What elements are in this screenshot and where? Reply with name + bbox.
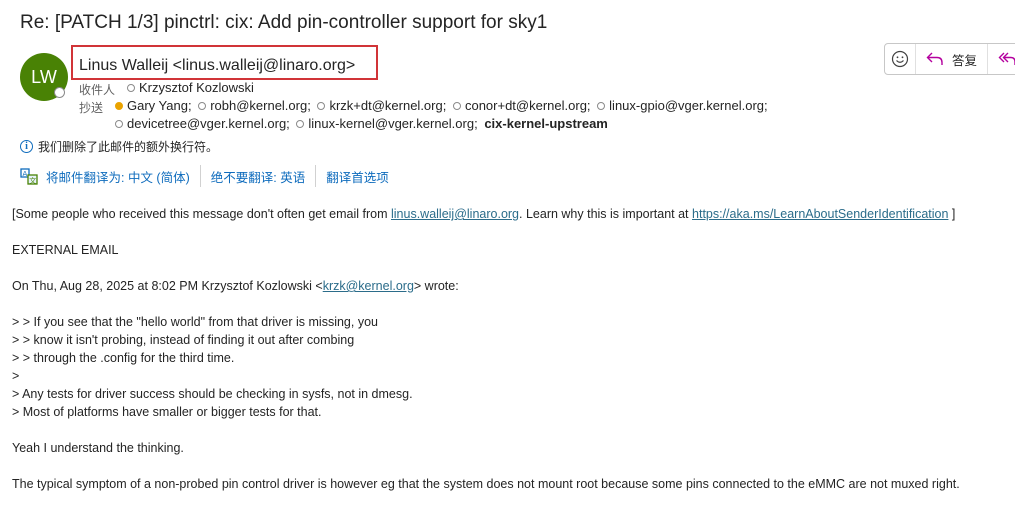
reply-all-arrow-icon (998, 52, 1015, 65)
recipient-group-cix[interactable]: cix-kernel-upstream (484, 116, 608, 131)
svg-text:文: 文 (29, 176, 36, 185)
recipient-devicetree[interactable]: devicetree@vger.kernel.org; (127, 116, 290, 131)
presence-icon (452, 102, 461, 110)
quote-attribution: On Thu, Aug 28, 2025 at 8:02 PM Krzyszto… (12, 279, 459, 293)
to-recipients: Krzysztof Kozlowski (127, 80, 257, 95)
recipient-gary-yang[interactable]: Gary Yang; (127, 98, 192, 113)
away-presence-icon (115, 102, 123, 110)
presence-status-icon (54, 87, 65, 98)
quote-line: > > know it isn't probing, instead of fi… (12, 333, 355, 347)
quoted-author-email-link[interactable]: krzk@kernel.org (323, 279, 414, 293)
cc-recipients-line2: devicetree@vger.kernel.org; linux-kernel… (115, 116, 611, 131)
divider (199, 165, 201, 187)
presence-icon (597, 102, 606, 110)
recipient-krzysztof[interactable]: Krzysztof Kozlowski (139, 80, 254, 95)
presence-icon (296, 120, 305, 128)
reply-arrow-icon (926, 52, 943, 65)
sender-email-link[interactable]: linus.walleij@linaro.org (391, 207, 519, 221)
reaction-button[interactable] (885, 44, 916, 74)
translate-message-link[interactable]: 将邮件翻译为: 中文 (简体) (46, 167, 190, 186)
recipient-linux-gpio[interactable]: linux-gpio@vger.kernel.org; (609, 98, 767, 113)
reply-paragraph: Yeah I understand the thinking. (12, 441, 184, 455)
recipient-conor-dt[interactable]: conor+dt@kernel.org; (465, 98, 591, 113)
email-subject: Re: [PATCH 1/3] pinctrl: cix: Add pin-co… (20, 12, 548, 33)
reply-button[interactable]: 答复 (916, 44, 989, 74)
translation-bar: A 文 将邮件翻译为: 中文 (简体) 绝不要翻译: 英语 翻译首选项 (20, 164, 389, 188)
quote-line: > Most of platforms have smaller or bigg… (12, 405, 322, 419)
recipient-krzk-dt[interactable]: krzk+dt@kernel.org; (329, 98, 446, 113)
presence-icon (127, 84, 135, 92)
cc-label: 抄送 (79, 101, 104, 115)
presence-icon (115, 120, 123, 128)
reply-paragraph: The typical symptom of a non-probed pin … (12, 477, 960, 491)
translate-icon: A 文 (20, 168, 38, 185)
quote-line: > (12, 369, 20, 383)
reply-label: 答复 (952, 53, 978, 68)
quote-line: > > If you see that the "hello world" fr… (12, 315, 378, 329)
smiley-icon (891, 50, 909, 68)
info-notice: i 我们删除了此邮件的额外换行符。 (20, 138, 218, 155)
divider (315, 165, 317, 187)
external-email-tag: EXTERNAL EMAIL (12, 243, 119, 257)
recipient-linux-kernel[interactable]: linux-kernel@vger.kernel.org; (308, 116, 477, 131)
recipient-robh[interactable]: robh@kernel.org; (210, 98, 311, 113)
quote-line: > Any tests for driver success should be… (12, 387, 413, 401)
svg-text:A: A (23, 170, 28, 178)
presence-icon (198, 102, 207, 110)
translation-preferences-link[interactable]: 翻译首选项 (326, 167, 389, 186)
message-body: [Some people who received this message d… (12, 205, 1007, 493)
to-label: 收件人 (79, 83, 116, 97)
message-action-toolbar: 答复 (884, 43, 1015, 75)
sender-name[interactable]: Linus Walleij <linus.walleij@linaro.org> (79, 57, 355, 75)
info-icon: i (20, 140, 33, 153)
cc-recipients-line1: Gary Yang; robh@kernel.org; krzk+dt@kern… (115, 98, 771, 113)
sender-warning: [Some people who received this message d… (12, 207, 956, 221)
never-translate-link[interactable]: 绝不要翻译: 英语 (211, 167, 305, 186)
info-notice-text: 我们删除了此邮件的额外换行符。 (38, 140, 219, 154)
reply-all-button[interactable] (988, 44, 1015, 74)
presence-icon (317, 102, 326, 110)
learn-more-link[interactable]: https://aka.ms/LearnAboutSenderIdentific… (692, 207, 948, 221)
quote-line: > > through the .config for the third ti… (12, 351, 235, 365)
